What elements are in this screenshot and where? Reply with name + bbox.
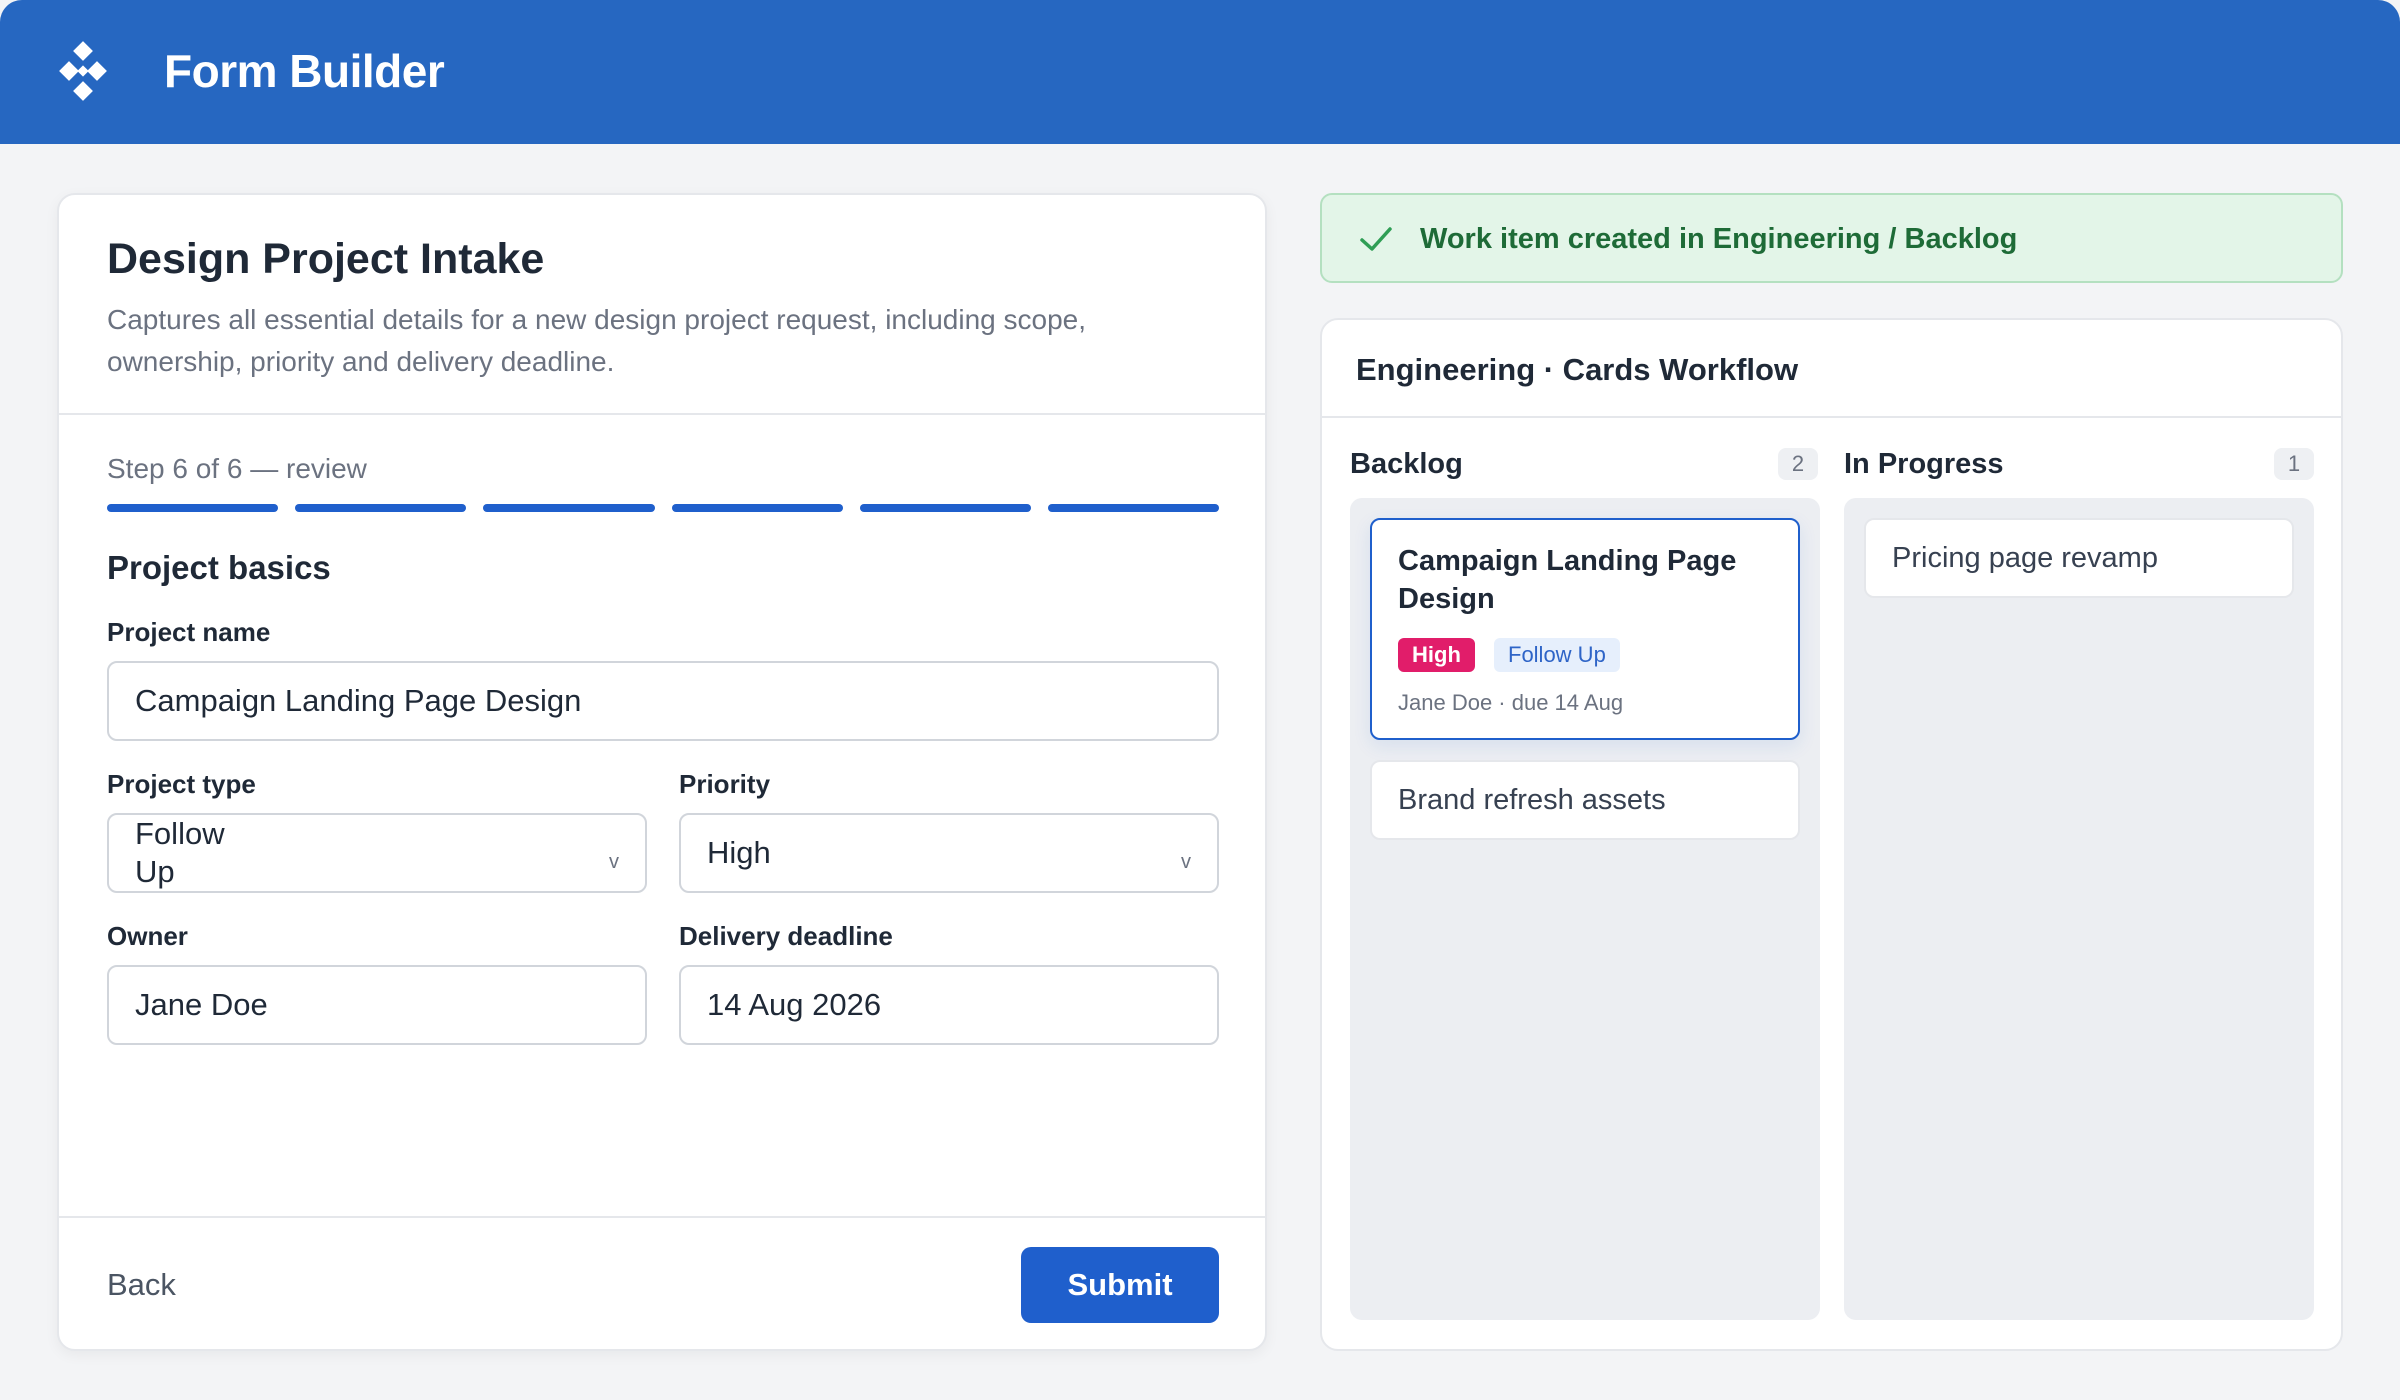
divider xyxy=(1322,416,2341,418)
divider xyxy=(59,413,1265,415)
column-backlog: Campaign Landing Page Design High Follow… xyxy=(1350,498,1820,1320)
chevron-down-icon: v xyxy=(609,851,619,873)
progress-segment-4 xyxy=(671,504,843,512)
priority-tag: High xyxy=(1398,638,1475,672)
owner-value: Jane Doe xyxy=(135,987,268,1022)
progress-segment-5 xyxy=(859,504,1031,512)
column-title-backlog: Backlog xyxy=(1350,448,1463,480)
chevron-down-icon: v xyxy=(1181,851,1191,873)
project-name-value: Campaign Landing Page Design xyxy=(135,683,582,718)
column-in-progress: Pricing page revamp xyxy=(1844,498,2314,1320)
card-meta: Jane Doe · due 14 Aug xyxy=(1398,690,1624,715)
diamond-grid-icon xyxy=(59,41,107,101)
section-title: Project basics xyxy=(107,549,331,586)
card-campaign-landing-page[interactable]: Campaign Landing Page Design High Follow… xyxy=(1370,518,1800,740)
form-card: Design Project Intake Captures all essen… xyxy=(57,193,1267,1351)
card-title: Brand refresh assets xyxy=(1398,783,1666,816)
card-title: Pricing page revamp xyxy=(1892,541,2158,574)
deadline-value: 14 Aug 2026 xyxy=(707,987,882,1022)
submit-button[interactable]: Submit xyxy=(1021,1247,1219,1323)
success-banner: Work item created in Engineering / Backl… xyxy=(1320,193,2343,283)
project-type-label: Project type xyxy=(107,769,256,799)
deadline-label: Delivery deadline xyxy=(679,921,893,951)
card-title: Campaign Landing Page Design xyxy=(1398,545,1737,615)
step-indicator: Step 6 of 6 — review xyxy=(107,453,367,484)
column-count-backlog: 2 xyxy=(1778,448,1818,480)
card-brand-refresh-assets[interactable]: Brand refresh assets xyxy=(1370,760,1800,840)
progress-segment-1 xyxy=(107,504,279,512)
progress-segment-3 xyxy=(483,504,655,512)
priority-label: Priority xyxy=(679,769,771,799)
success-message: Work item created in Engineering / Backl… xyxy=(1420,223,2018,255)
app-title: Form Builder xyxy=(164,45,445,97)
project-type-select[interactable]: Follow Up v xyxy=(107,813,647,893)
progress-bar xyxy=(107,504,1220,512)
project-name-label: Project name xyxy=(107,617,271,647)
check-icon xyxy=(1360,227,1392,251)
form-title: Design Project Intake xyxy=(107,235,545,283)
progress-segment-2 xyxy=(295,504,467,512)
back-button[interactable]: Back xyxy=(107,1267,176,1303)
progress-segment-6 xyxy=(1047,504,1220,512)
card-pricing-page-revamp[interactable]: Pricing page revamp xyxy=(1864,518,2294,598)
app-header: Form Builder xyxy=(0,0,2400,144)
divider xyxy=(59,1216,1265,1218)
priority-select[interactable]: High v xyxy=(679,813,1219,893)
kanban-board: Engineering · Cards Workflow Backlog 2 C… xyxy=(1320,318,2343,1351)
form-description: Captures all essential details for a new… xyxy=(107,304,1087,377)
owner-label: Owner xyxy=(107,921,188,951)
deadline-input[interactable]: 14 Aug 2026 xyxy=(679,965,1219,1045)
type-tag: Follow Up xyxy=(1494,638,1620,672)
column-count-in-progress: 1 xyxy=(2274,448,2314,480)
column-title-in-progress: In Progress xyxy=(1844,448,2004,480)
owner-input[interactable]: Jane Doe xyxy=(107,965,647,1045)
board-title: Engineering · Cards Workflow xyxy=(1356,352,1799,387)
priority-value: High xyxy=(707,835,771,870)
project-name-input[interactable]: Campaign Landing Page Design xyxy=(107,661,1219,741)
project-type-value: Follow Up xyxy=(135,816,225,889)
